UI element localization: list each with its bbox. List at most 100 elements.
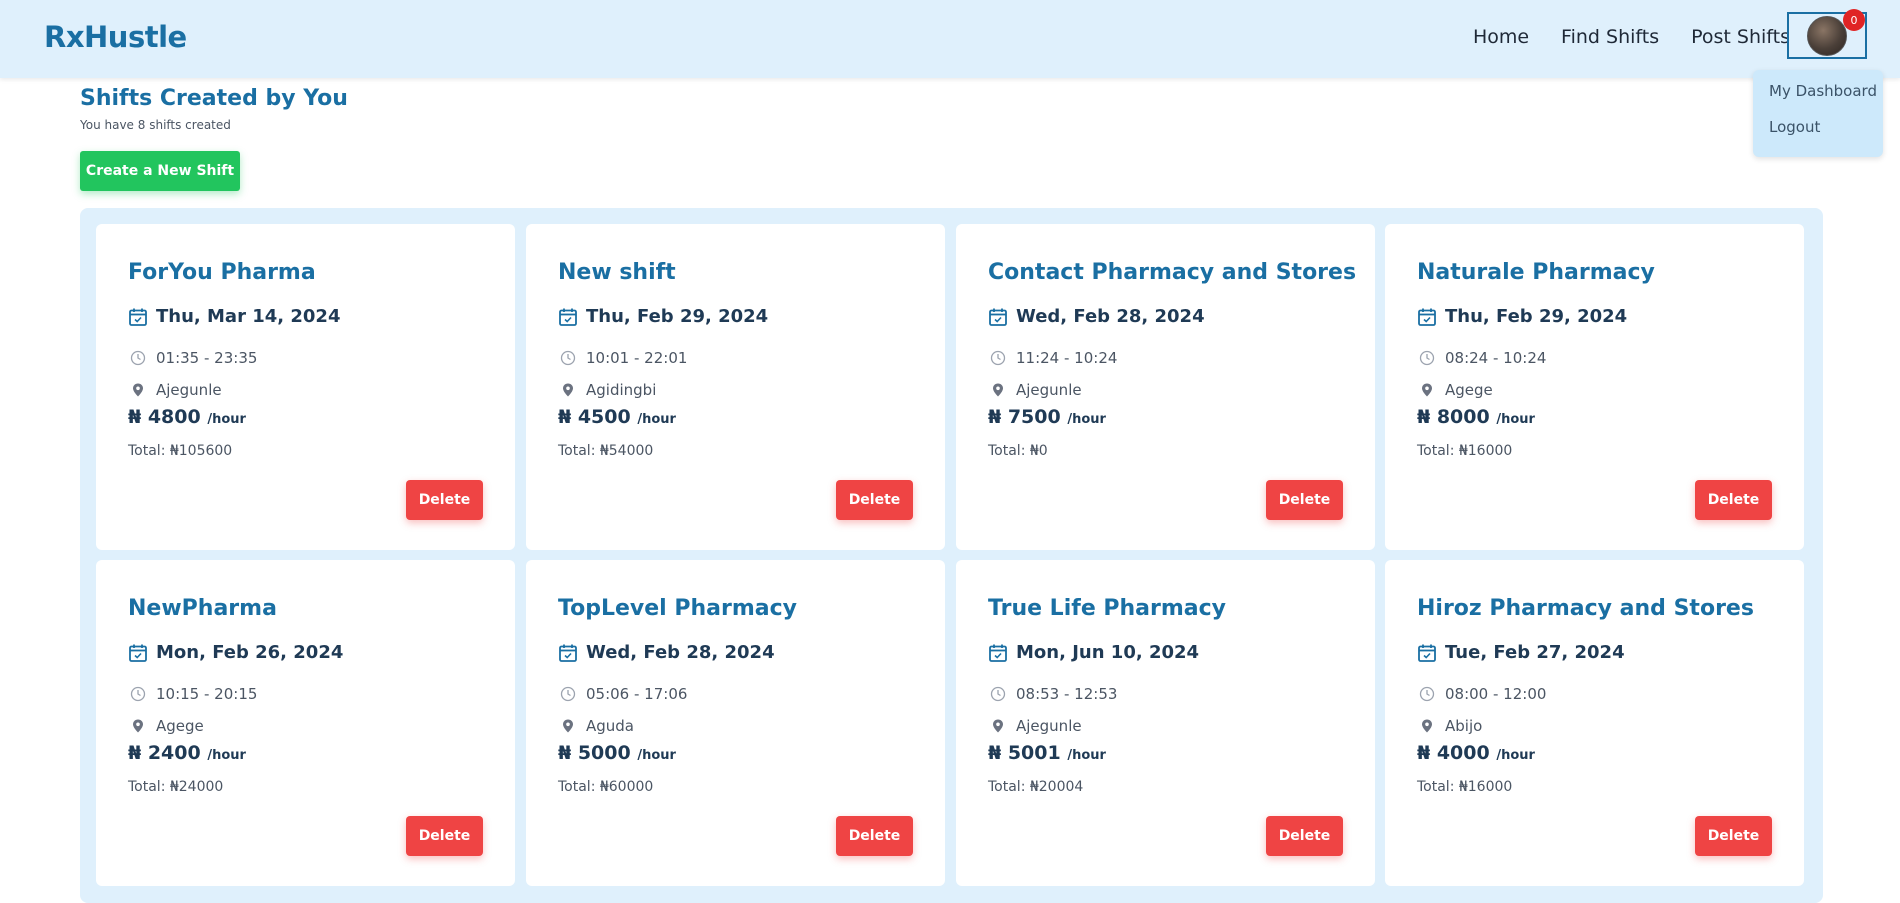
shift-location-row: Agege bbox=[128, 716, 204, 736]
shift-total: Total: ₦16000 bbox=[1417, 443, 1513, 459]
shift-total: Total: ₦60000 bbox=[558, 779, 654, 795]
shift-card: Naturale Pharmacy Thu, Feb 29, 2024 08:2… bbox=[1385, 224, 1804, 550]
delete-shift-button[interactable]: Delete bbox=[1695, 816, 1772, 856]
shift-time: 10:15 - 20:15 bbox=[156, 685, 258, 703]
shift-location: Agege bbox=[1445, 381, 1493, 399]
shift-time-row: 05:06 - 17:06 bbox=[558, 684, 687, 704]
shift-rate-value: ₦ 5001 bbox=[988, 742, 1061, 764]
shift-location-row: Ajegunle bbox=[988, 716, 1082, 736]
shift-location: Agege bbox=[156, 717, 204, 735]
shift-date: Wed, Feb 28, 2024 bbox=[1016, 306, 1205, 327]
dropdown-my-dashboard[interactable]: My Dashboard bbox=[1769, 82, 1877, 100]
shift-rate-value: ₦ 2400 bbox=[128, 742, 201, 764]
shift-location: Aguda bbox=[586, 717, 635, 735]
shift-rate: ₦ 4500 /hour bbox=[558, 406, 676, 428]
shift-date: Thu, Feb 29, 2024 bbox=[586, 306, 769, 327]
page-subtitle: You have 8 shifts created bbox=[80, 118, 231, 132]
shift-location-row: Ajegunle bbox=[988, 380, 1082, 400]
calendar-icon bbox=[1417, 643, 1437, 663]
dropdown-logout[interactable]: Logout bbox=[1769, 118, 1867, 136]
shift-date: Wed, Feb 28, 2024 bbox=[586, 642, 775, 663]
shift-time: 08:00 - 12:00 bbox=[1445, 685, 1547, 703]
shift-title: Naturale Pharmacy bbox=[1417, 260, 1655, 285]
clock-icon bbox=[988, 684, 1008, 704]
shift-date-row: Thu, Feb 29, 2024 bbox=[1417, 306, 1627, 327]
shift-date: Thu, Mar 14, 2024 bbox=[156, 306, 341, 327]
nav-find-shifts-link[interactable]: Find Shifts bbox=[1561, 26, 1659, 48]
nav-post-shifts-link[interactable]: Post Shifts bbox=[1691, 26, 1790, 48]
shift-time-row: 11:24 - 10:24 bbox=[988, 348, 1117, 368]
shift-time-row: 10:15 - 20:15 bbox=[128, 684, 257, 704]
brand-logo[interactable]: RxHustle bbox=[44, 20, 187, 54]
shift-rate: ₦ 4800 /hour bbox=[128, 406, 246, 428]
nav-home-link[interactable]: Home bbox=[1473, 26, 1529, 48]
delete-shift-button[interactable]: Delete bbox=[406, 816, 483, 856]
shift-rate: ₦ 2400 /hour bbox=[128, 742, 246, 764]
clock-icon bbox=[128, 684, 148, 704]
delete-shift-button[interactable]: Delete bbox=[1695, 480, 1772, 520]
calendar-icon bbox=[558, 643, 578, 663]
shift-date-row: Thu, Mar 14, 2024 bbox=[128, 306, 340, 327]
shift-card: True Life Pharmacy Mon, Jun 10, 2024 08:… bbox=[956, 560, 1375, 886]
shift-title: New shift bbox=[558, 260, 676, 285]
delete-shift-button[interactable]: Delete bbox=[406, 480, 483, 520]
shift-title: NewPharma bbox=[128, 596, 277, 621]
delete-shift-button[interactable]: Delete bbox=[836, 480, 913, 520]
shift-card: TopLevel Pharmacy Wed, Feb 28, 2024 05:0… bbox=[526, 560, 945, 886]
shift-rate-unit: /hour bbox=[207, 412, 246, 427]
shift-rate-unit: /hour bbox=[207, 748, 246, 763]
shift-rate: ₦ 8000 /hour bbox=[1417, 406, 1535, 428]
shift-rate-value: ₦ 8000 bbox=[1417, 406, 1490, 428]
location-pin-icon bbox=[988, 380, 1008, 400]
shift-title: Hiroz Pharmacy and Stores bbox=[1417, 596, 1754, 621]
shift-rate-unit: /hour bbox=[1067, 748, 1106, 763]
profile-dropdown: My Dashboard Logout bbox=[1753, 70, 1883, 157]
clock-icon bbox=[558, 684, 578, 704]
location-pin-icon bbox=[128, 380, 148, 400]
shift-rate-unit: /hour bbox=[1496, 412, 1535, 427]
calendar-icon bbox=[1417, 307, 1437, 327]
profile-menu-button[interactable]: 0 bbox=[1787, 9, 1867, 59]
shift-date: Tue, Feb 27, 2024 bbox=[1445, 642, 1625, 663]
shift-date: Thu, Feb 29, 2024 bbox=[1445, 306, 1628, 327]
delete-shift-button[interactable]: Delete bbox=[1266, 480, 1343, 520]
clock-icon bbox=[558, 348, 578, 368]
shift-card: ForYou Pharma Thu, Mar 14, 2024 01:35 - … bbox=[96, 224, 515, 550]
shift-location: Abijo bbox=[1445, 717, 1483, 735]
delete-shift-button[interactable]: Delete bbox=[836, 816, 913, 856]
notification-badge: 0 bbox=[1843, 9, 1865, 31]
nav-links: Home Find Shifts Post Shifts bbox=[1473, 26, 1790, 48]
shift-date-row: Mon, Jun 10, 2024 bbox=[988, 642, 1199, 663]
location-pin-icon bbox=[1417, 380, 1437, 400]
shift-time: 08:24 - 10:24 bbox=[1445, 349, 1547, 367]
shift-total: Total: ₦20004 bbox=[988, 779, 1084, 795]
shift-time-row: 01:35 - 23:35 bbox=[128, 348, 257, 368]
shift-title: TopLevel Pharmacy bbox=[558, 596, 797, 621]
shift-time-row: 08:24 - 10:24 bbox=[1417, 348, 1546, 368]
shift-date-row: Thu, Feb 29, 2024 bbox=[558, 306, 768, 327]
delete-shift-button[interactable]: Delete bbox=[1266, 816, 1343, 856]
shift-rate-value: ₦ 4000 bbox=[1417, 742, 1490, 764]
shift-card: Hiroz Pharmacy and Stores Tue, Feb 27, 2… bbox=[1385, 560, 1804, 886]
page-title: Shifts Created by You bbox=[80, 86, 348, 111]
create-shift-button[interactable]: Create a New Shift bbox=[80, 151, 240, 191]
shift-total: Total: ₦105600 bbox=[128, 443, 233, 459]
shift-location: Agidingbi bbox=[586, 381, 657, 399]
shift-time-row: 10:01 - 22:01 bbox=[558, 348, 687, 368]
shift-title: ForYou Pharma bbox=[128, 260, 316, 285]
clock-icon bbox=[128, 348, 148, 368]
shift-time: 01:35 - 23:35 bbox=[156, 349, 258, 367]
calendar-icon bbox=[988, 643, 1008, 663]
shift-time: 05:06 - 17:06 bbox=[586, 685, 688, 703]
avatar bbox=[1807, 15, 1847, 56]
shift-date-row: Mon, Feb 26, 2024 bbox=[128, 642, 343, 663]
shift-rate-value: ₦ 7500 bbox=[988, 406, 1061, 428]
shift-time: 10:01 - 22:01 bbox=[586, 349, 688, 367]
shift-location-row: Agidingbi bbox=[558, 380, 656, 400]
shift-rate-unit: /hour bbox=[637, 748, 676, 763]
shift-date-row: Tue, Feb 27, 2024 bbox=[1417, 642, 1625, 663]
calendar-icon bbox=[988, 307, 1008, 327]
shift-location-row: Ajegunle bbox=[128, 380, 222, 400]
shift-time-row: 08:53 - 12:53 bbox=[988, 684, 1117, 704]
shift-location: Ajegunle bbox=[156, 381, 222, 399]
